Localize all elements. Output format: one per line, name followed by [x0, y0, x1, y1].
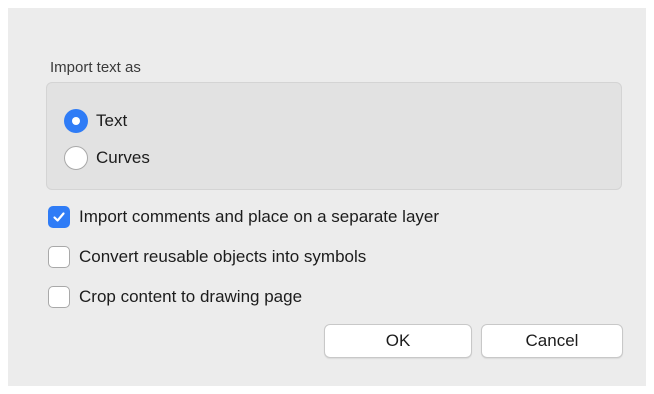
cancel-button[interactable]: Cancel [481, 324, 623, 358]
ok-button[interactable]: OK [324, 324, 472, 358]
import-text-as-group [46, 82, 622, 190]
radio-selected-icon[interactable] [64, 109, 88, 133]
radio-label-curves: Curves [96, 148, 150, 167]
radio-option-text[interactable]: Text [64, 108, 127, 134]
checkbox-label-import-comments: Import comments and place on a separate … [79, 207, 440, 226]
radio-unselected-icon[interactable] [64, 146, 88, 170]
checkbox-import-comments[interactable]: Import comments and place on a separate … [48, 205, 439, 229]
checkbox-unchecked-icon[interactable] [48, 286, 70, 308]
checkbox-convert-symbols[interactable]: Convert reusable objects into symbols [48, 245, 366, 269]
checkmark-icon[interactable] [48, 206, 70, 228]
radio-option-curves[interactable]: Curves [64, 145, 150, 171]
checkbox-crop-content[interactable]: Crop content to drawing page [48, 285, 302, 309]
import-text-as-label: Import text as [50, 59, 141, 76]
checkbox-label-crop-content: Crop content to drawing page [79, 287, 303, 306]
checkbox-label-convert-symbols: Convert reusable objects into symbols [79, 247, 367, 266]
radio-label-text: Text [96, 111, 128, 130]
checkbox-unchecked-icon[interactable] [48, 246, 70, 268]
